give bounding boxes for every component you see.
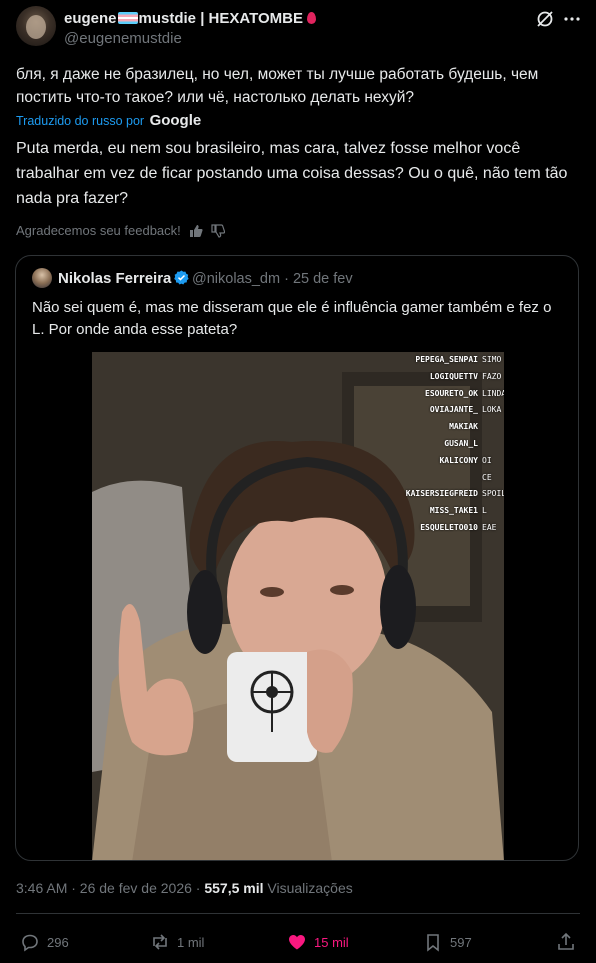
chat-username: OVIAJANTE_ [429, 405, 478, 415]
chat-message: OI CE [482, 455, 492, 482]
thumbs-up-icon[interactable] [189, 224, 203, 238]
quote-text: Não sei quem é, mas me disseram que ele … [32, 299, 552, 338]
chat-line: OVIAJANTE_ LOKA [384, 402, 504, 419]
share-icon [558, 932, 574, 950]
repost-button[interactable]: 1 mil [150, 932, 204, 952]
chat-line: MISS_TAKE1 L [384, 503, 504, 520]
chat-message: EAE [482, 522, 497, 532]
chat-message: LINDA [482, 388, 504, 398]
chat-line: KALICONY OI CE [384, 453, 504, 487]
chat-username: MAKIAK [449, 422, 478, 432]
stream-chat-overlay: PEPEGA_SENPAI SIMO LOGIQUETTV FAZO ESOURETO_… [384, 352, 504, 537]
chat-line: ESQUELETO010 EAE [384, 520, 504, 537]
author-avatar[interactable] [16, 6, 56, 46]
like-button[interactable]: 15 mil [287, 932, 349, 952]
quote-author-name: Nikolas Ferreira [58, 270, 190, 287]
chat-username: GUSAN_L [444, 438, 478, 448]
chat-message: LOKA [482, 405, 502, 415]
chat-username: PEPEGA_SENPAI [415, 355, 478, 364]
post-timestamp: 3:46 AM · 26 de fev de 2026 · 557,5 mil … [16, 880, 353, 896]
chat-line: MAKIAK [384, 419, 504, 436]
chat-username: LOGIQUETTV [429, 371, 478, 381]
translation-feedback: Agradecemos seu feedback! [16, 223, 225, 238]
blood-drop-emoji [307, 12, 317, 24]
bookmark-icon [427, 934, 439, 952]
divider [16, 913, 580, 914]
trans-flag-emoji [117, 12, 138, 24]
repost-icon [153, 934, 167, 950]
chat-line: KAISERSIEGFREID SPOIL [384, 486, 504, 503]
post-text-translated: Puta merda, eu nem sou brasileiro, mas c… [16, 140, 568, 207]
post-text-original: бля, я даже не бразилец, но чел, может т… [16, 66, 539, 106]
google-logo: Google [149, 112, 202, 129]
bookmark-button[interactable]: 597 [423, 932, 472, 952]
chat-message: FAZO [482, 371, 502, 381]
chat-username: KALICONY [439, 455, 478, 465]
quote-video-still[interactable]: PEPEGA_SENPAI SIMO LOGIQUETTV FAZO ESOURETO_… [92, 352, 504, 860]
chat-message: SPOIL [482, 489, 504, 499]
chat-username: ESQUELETO010 [420, 522, 478, 532]
views-count: 557,5 mil [204, 880, 264, 896]
verified-badge-icon [174, 270, 190, 285]
chat-message: L [482, 506, 487, 516]
quote-author-handle: @nikolas_dm · 25 de fev [192, 271, 353, 287]
more-icon[interactable] [562, 9, 582, 29]
chat-message: SIMO [482, 355, 502, 364]
author-handle[interactable]: @eugenemustdie [64, 30, 182, 47]
author-name[interactable]: eugene mustdie | HEXATOMBE [64, 10, 317, 27]
chat-line: LOGIQUETTV FAZO [384, 369, 504, 386]
heart-icon [289, 935, 305, 950]
quoted-post[interactable]: Nikolas Ferreira @nikolas_dm · 25 de fev… [15, 255, 579, 861]
chat-username: MISS_TAKE1 [429, 506, 478, 516]
chat-message [482, 436, 504, 453]
thumbs-down-icon[interactable] [211, 223, 225, 238]
reply-button[interactable]: 296 [20, 932, 69, 952]
chat-line: PEPEGA_SENPAI SIMO [384, 352, 504, 369]
chat-line: GUSAN_L [384, 436, 504, 453]
reply-icon [22, 934, 38, 952]
grok-icon[interactable] [535, 9, 555, 29]
translated-by-link[interactable]: Traduzido do russo por Google [16, 112, 201, 129]
chat-line: ESOURETO_OK LINDA [384, 386, 504, 403]
chat-username: ESOURETO_OK [425, 388, 478, 398]
quote-author-avatar [32, 268, 52, 288]
chat-username: KAISERSIEGFREID [405, 489, 478, 499]
share-button[interactable] [556, 932, 576, 952]
chat-message [482, 419, 504, 436]
